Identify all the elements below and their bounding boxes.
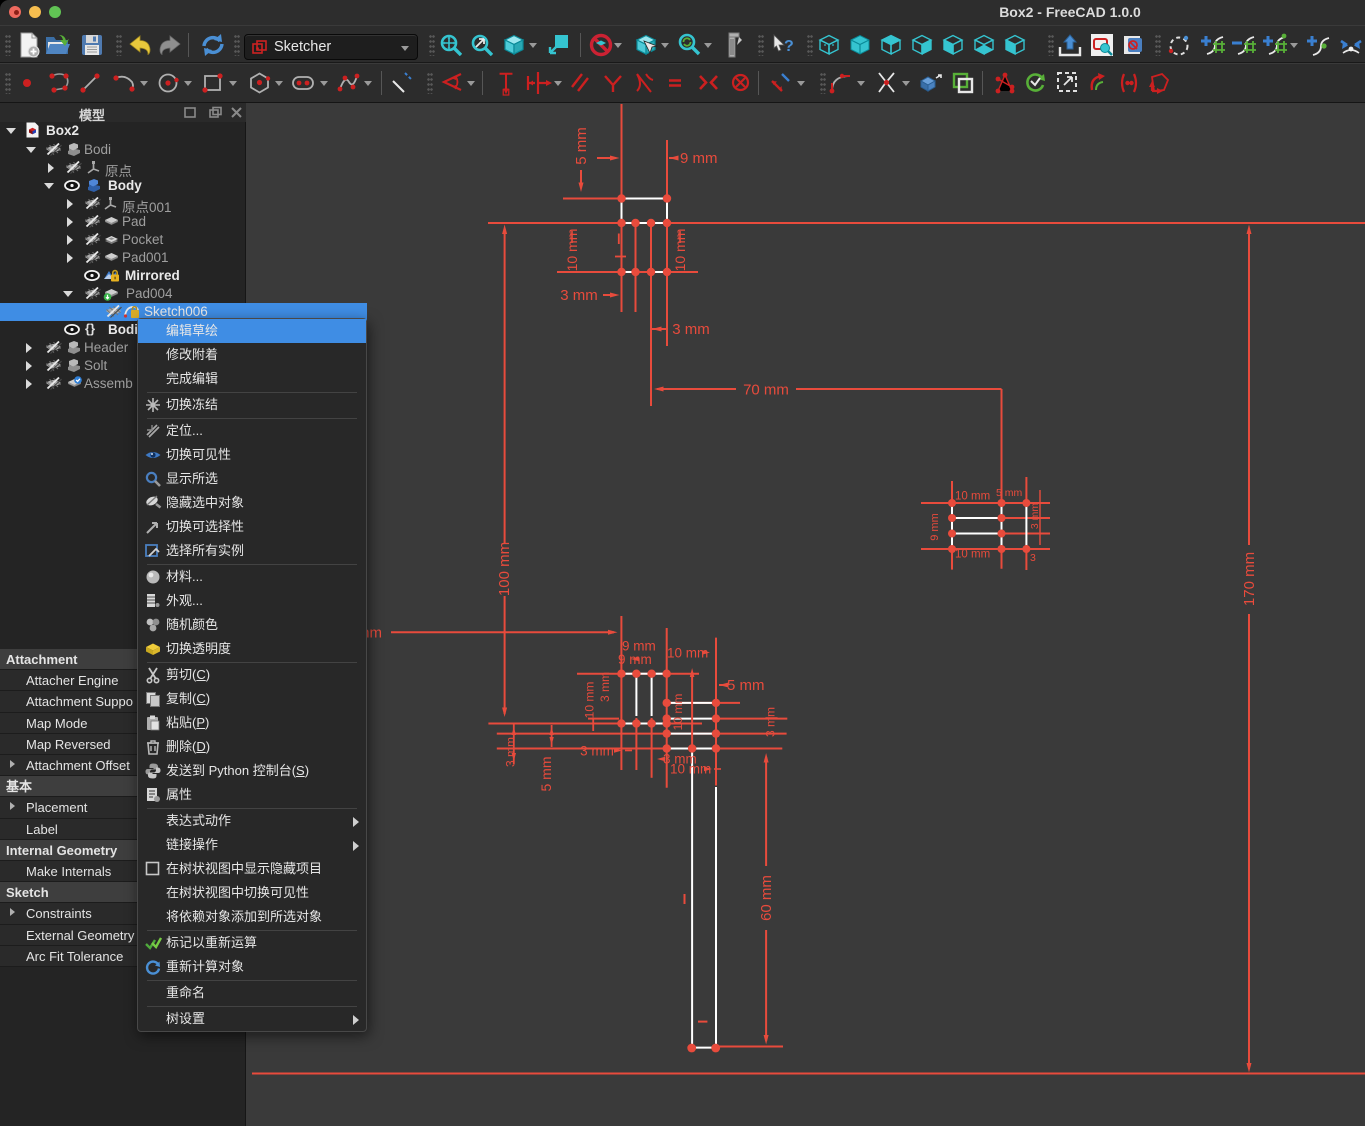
svg-text:10 mm: 10 mm xyxy=(955,491,990,503)
svg-text:70 mm: 70 mm xyxy=(743,382,789,399)
svg-text:3 mm: 3 mm xyxy=(580,744,614,759)
svg-text:3: 3 xyxy=(1030,552,1036,564)
svg-text:5 mm: 5 mm xyxy=(996,487,1023,499)
svg-text:9 mm: 9 mm xyxy=(680,150,718,167)
svg-text:3 mm: 3 mm xyxy=(672,321,710,338)
svg-text:3 mm: 3 mm xyxy=(504,737,518,767)
svg-text:3 mm: 3 mm xyxy=(598,672,612,702)
svg-text:10 mm: 10 mm xyxy=(955,549,990,561)
svg-text:5 mm: 5 mm xyxy=(573,127,590,165)
svg-text:?: ? xyxy=(784,38,794,55)
svg-text:10 mm: 10 mm xyxy=(671,694,685,731)
svg-text:100 mm: 100 mm xyxy=(496,542,513,596)
svg-text:10 mm: 10 mm xyxy=(583,682,597,719)
svg-text:170 mm: 170 mm xyxy=(1241,552,1258,606)
svg-text:3 mm: 3 mm xyxy=(1029,503,1041,530)
svg-text:9 mm: 9 mm xyxy=(929,513,941,541)
svg-text:60 mm: 60 mm xyxy=(758,875,775,921)
svg-text:3 mm: 3 mm xyxy=(560,287,598,304)
svg-text:5 mm: 5 mm xyxy=(727,677,765,694)
svg-text:9 mm: 9 mm xyxy=(618,652,652,667)
svg-text:5 mm: 5 mm xyxy=(538,757,554,792)
svg-text:3 mm: 3 mm xyxy=(764,707,778,737)
